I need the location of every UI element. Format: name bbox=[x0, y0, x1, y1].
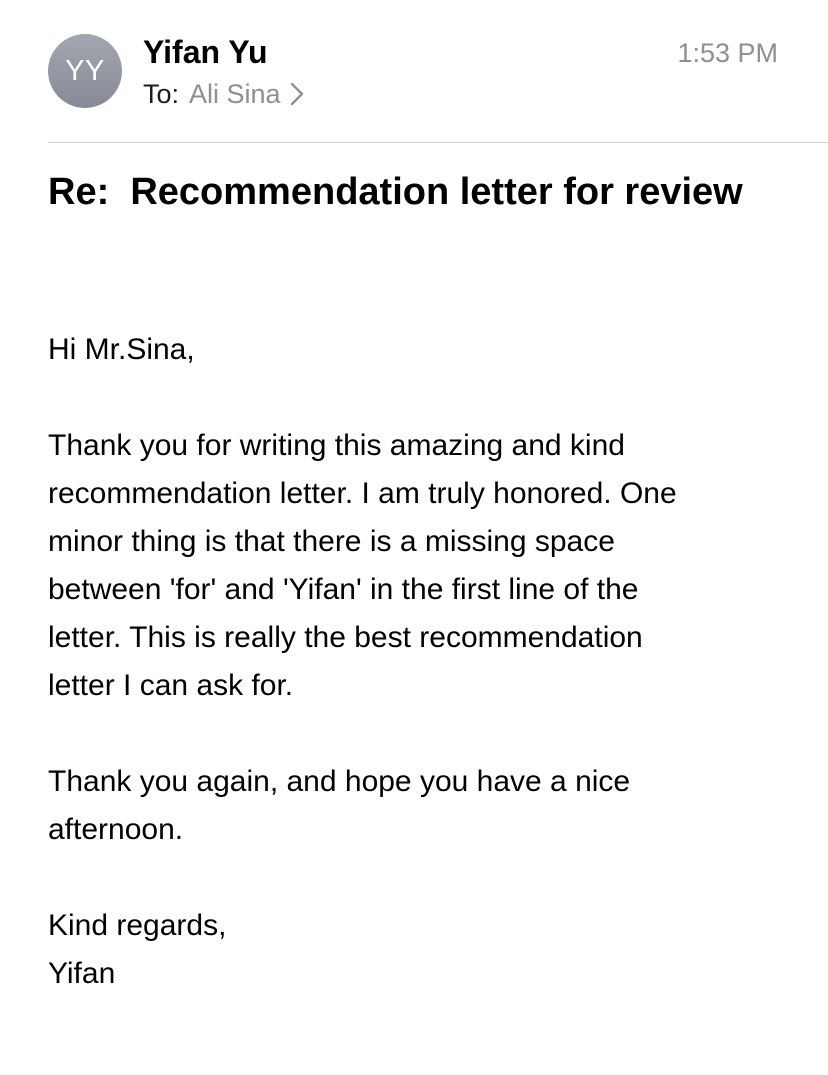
body-line: afternoon. bbox=[48, 813, 184, 846]
sender-avatar[interactable]: YY bbox=[48, 34, 122, 108]
body-paragraph-1: Thank you for writing this amazing and k… bbox=[48, 422, 808, 710]
message-header: YY Yifan Yu To: Ali Sina 1:53 PM bbox=[0, 0, 828, 143]
message-body: Hi Mr.Sina, Thank you for writing this a… bbox=[48, 326, 808, 998]
body-line: between 'for' and 'Yifan' in the first l… bbox=[48, 573, 639, 606]
body-line: Thank you again, and hope you have a nic… bbox=[48, 765, 631, 798]
sender-name[interactable]: Yifan Yu bbox=[143, 32, 267, 72]
body-line: letter I can ask for. bbox=[48, 669, 294, 702]
message-timestamp: 1:53 PM bbox=[677, 38, 778, 68]
body-line: Thank you for writing this amazing and k… bbox=[48, 429, 625, 462]
greeting-paragraph: Hi Mr.Sina, bbox=[48, 326, 808, 374]
signature-block: Kind regards, Yifan bbox=[48, 902, 808, 998]
header-divider bbox=[48, 142, 828, 143]
recipient-row[interactable]: To: Ali Sina bbox=[143, 77, 304, 111]
closing-line: Kind regards, bbox=[48, 909, 227, 942]
message-subject: Re: Recommendation letter for review bbox=[48, 171, 743, 213]
chevron-right-icon[interactable] bbox=[290, 82, 304, 106]
body-line: minor thing is that there is a missing s… bbox=[48, 525, 615, 558]
body-line: letter. This is really the best recommen… bbox=[48, 621, 643, 654]
recipient-name[interactable]: Ali Sina bbox=[189, 77, 281, 111]
body-line: recommendation letter. I am truly honore… bbox=[48, 477, 677, 510]
greeting-line: Hi Mr.Sina, bbox=[48, 333, 195, 366]
body-paragraph-2: Thank you again, and hope you have a nic… bbox=[48, 758, 808, 854]
to-label: To: bbox=[143, 79, 180, 109]
avatar-initials: YY bbox=[65, 54, 105, 87]
signature-line: Yifan bbox=[48, 957, 116, 990]
